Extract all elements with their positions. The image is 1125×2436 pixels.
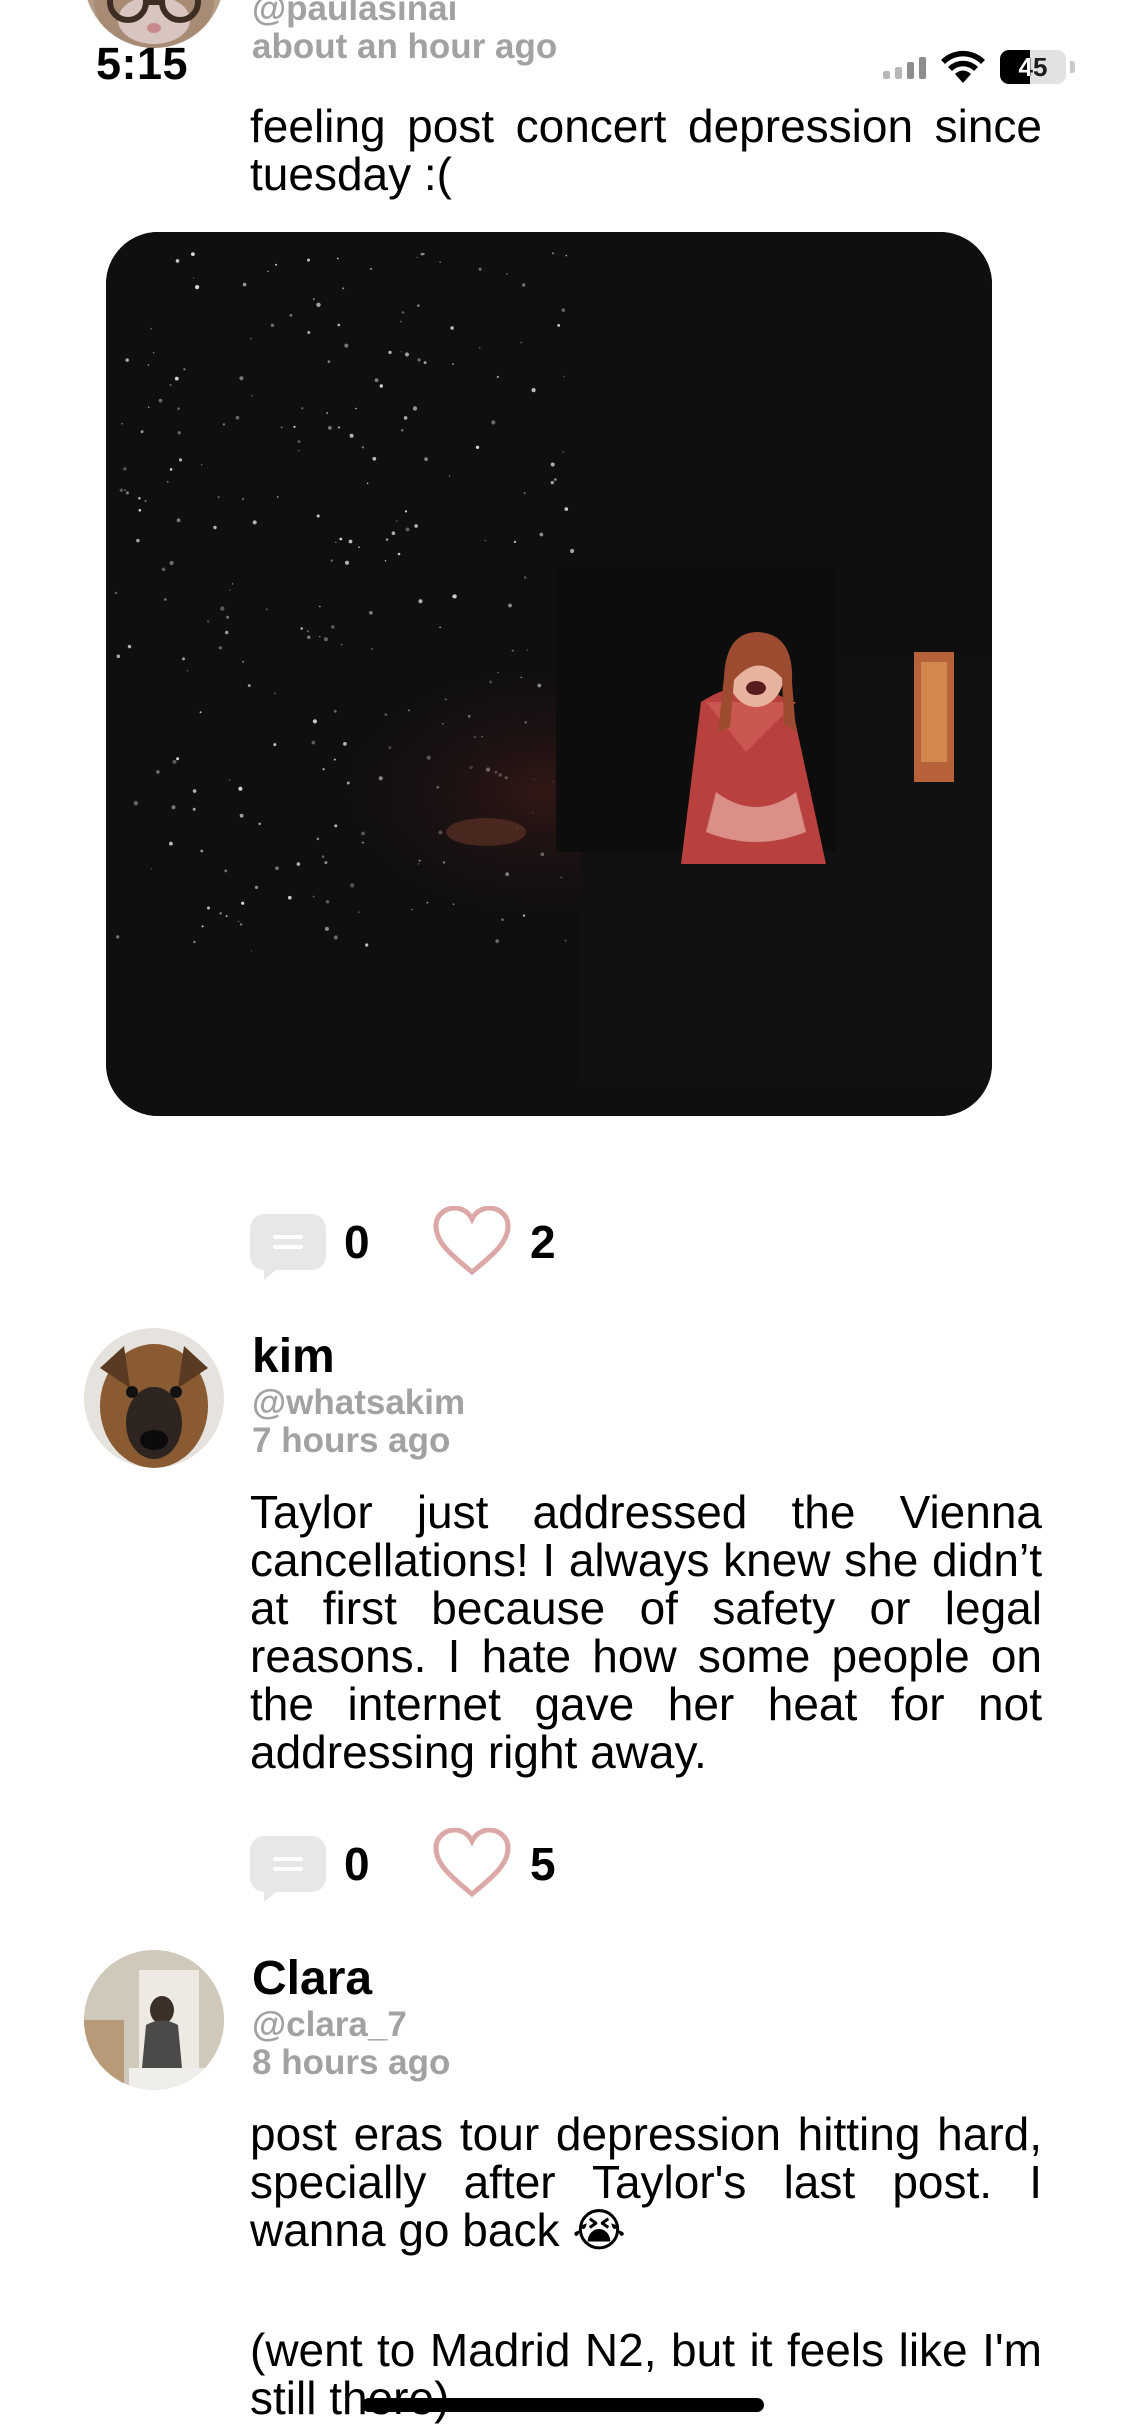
comment-count: 0 xyxy=(344,1216,370,1268)
home-indicator[interactable] xyxy=(362,2398,764,2412)
user-handle[interactable]: @clara_7 xyxy=(252,2006,450,2044)
status-indicators: 45 xyxy=(883,50,1075,84)
feed-screen: 5:15 45 @paulasinai about an hour ago fe… xyxy=(0,0,1125,2436)
post-user-info: @paulasinai about an hour ago xyxy=(252,0,557,66)
heart-icon xyxy=(433,1828,511,1898)
post-timestamp: 8 hours ago xyxy=(252,2043,451,2082)
like-button[interactable] xyxy=(432,1828,512,1900)
status-time: 5:15 xyxy=(96,38,189,89)
post-user-info: kim @whatsakim 7 hours ago xyxy=(252,1330,465,1460)
comment-button[interactable] xyxy=(250,1836,326,1902)
user-name[interactable]: Clara xyxy=(252,1952,450,2006)
avatar[interactable] xyxy=(84,1328,224,1468)
like-count: 2 xyxy=(530,1216,556,1268)
post-actions: 0 2 xyxy=(250,1206,570,1280)
comment-button[interactable] xyxy=(250,1214,326,1280)
post-text: post eras tour depression hitting hard, … xyxy=(250,2108,1042,2256)
post-timestamp: about an hour ago xyxy=(252,27,558,66)
battery-icon: 45 xyxy=(1000,50,1066,84)
comment-icon xyxy=(273,1851,303,1877)
user-handle[interactable]: @whatsakim xyxy=(252,1384,465,1422)
post-timestamp: 7 hours ago xyxy=(252,1421,451,1460)
post-text: Taylor just addressed the Vienna cancell… xyxy=(250,1486,1042,1778)
cellular-signal-icon xyxy=(883,55,926,79)
user-name[interactable]: kim xyxy=(252,1330,465,1384)
like-count: 5 xyxy=(530,1838,556,1890)
avatar[interactable] xyxy=(84,1950,224,2090)
wifi-icon xyxy=(941,50,985,83)
battery-percentage: 45 xyxy=(1018,52,1048,82)
heart-icon xyxy=(433,1206,511,1276)
like-button[interactable] xyxy=(432,1206,512,1278)
comment-icon xyxy=(273,1229,303,1255)
post-actions: 0 5 xyxy=(250,1828,570,1902)
post-image[interactable] xyxy=(106,232,992,1116)
user-handle[interactable]: @paulasinai xyxy=(252,0,557,28)
post-user-info: Clara @clara_7 8 hours ago xyxy=(252,1952,450,2082)
post-text: feeling post concert depression since tu… xyxy=(250,100,1042,200)
comment-count: 0 xyxy=(344,1838,370,1890)
